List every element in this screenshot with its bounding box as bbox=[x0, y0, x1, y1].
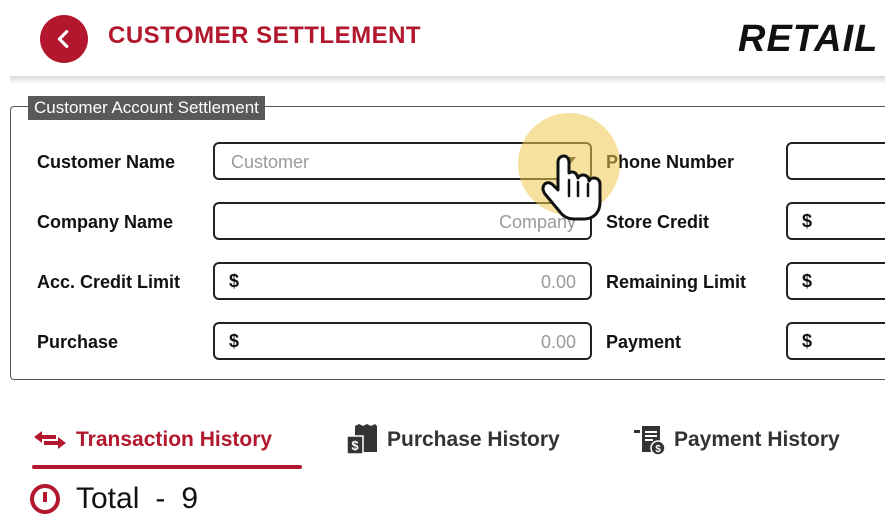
app-header: CUSTOMER SETTLEMENT RETAIL bbox=[0, 0, 885, 78]
tab-payment-history-label: Payment History bbox=[674, 428, 840, 451]
tab-purchase-history[interactable]: $ Purchase History bbox=[345, 420, 560, 460]
tab-transaction-history[interactable]: Transaction History bbox=[32, 420, 272, 460]
acc-credit-limit-currency: $ bbox=[229, 271, 240, 291]
hand-pointer-icon bbox=[541, 154, 602, 221]
purchase-value: 0.00 bbox=[540, 332, 576, 352]
svg-text:$: $ bbox=[351, 438, 359, 453]
purchase-currency: $ bbox=[229, 331, 240, 351]
transfer-arrows-icon bbox=[34, 431, 66, 449]
active-tab-indicator bbox=[32, 465, 302, 469]
remaining-limit-field[interactable]: $ bbox=[786, 262, 885, 300]
tab-payment-history[interactable]: $ Payment History bbox=[632, 420, 840, 460]
total-value: 9 bbox=[181, 482, 199, 515]
acc-credit-limit-label: Acc. Credit Limit bbox=[37, 272, 181, 292]
total-summary: Total - 9 bbox=[30, 482, 199, 515]
company-name-label: Company Name bbox=[37, 212, 174, 232]
store-credit-field[interactable]: $ bbox=[786, 202, 885, 240]
total-separator: - bbox=[155, 482, 166, 515]
payment-field[interactable]: $ bbox=[786, 322, 885, 360]
svg-text:$: $ bbox=[655, 444, 661, 455]
header-divider bbox=[10, 76, 885, 84]
company-name-field[interactable]: Company bbox=[213, 202, 592, 240]
receipt-dollar-icon: $ bbox=[346, 424, 377, 455]
payment-label: Payment bbox=[606, 332, 682, 352]
purchase-label: Purchase bbox=[37, 332, 119, 352]
tab-purchase-history-label: Purchase History bbox=[387, 428, 560, 451]
info-icon bbox=[30, 484, 60, 514]
acc-credit-limit-value: 0.00 bbox=[540, 272, 576, 292]
purchase-field[interactable]: $ 0.00 bbox=[213, 322, 592, 360]
store-credit-currency: $ bbox=[802, 211, 813, 231]
back-button[interactable] bbox=[40, 15, 88, 63]
acc-credit-limit-field[interactable]: $ 0.00 bbox=[213, 262, 592, 300]
tab-transaction-history-label: Transaction History bbox=[76, 428, 273, 451]
remaining-limit-label: Remaining Limit bbox=[606, 272, 747, 292]
payment-receipt-icon: $ bbox=[634, 426, 666, 456]
brand-logo: RETAIL bbox=[738, 18, 879, 60]
remaining-limit-currency: $ bbox=[802, 271, 813, 291]
total-label: Total bbox=[76, 482, 140, 515]
customer-name-placeholder: Customer bbox=[231, 152, 310, 172]
page-title: CUSTOMER SETTLEMENT bbox=[108, 22, 422, 49]
chevron-left-icon bbox=[57, 30, 69, 48]
panel-legend: Customer Account Settlement bbox=[28, 96, 265, 120]
phone-number-field[interactable] bbox=[786, 142, 885, 180]
history-tabs: Transaction History $ Purchase History $… bbox=[0, 420, 885, 470]
payment-currency: $ bbox=[802, 331, 813, 351]
phone-number-label: Phone Number bbox=[606, 152, 735, 172]
store-credit-label: Store Credit bbox=[606, 212, 710, 232]
customer-name-label: Customer Name bbox=[37, 152, 176, 172]
